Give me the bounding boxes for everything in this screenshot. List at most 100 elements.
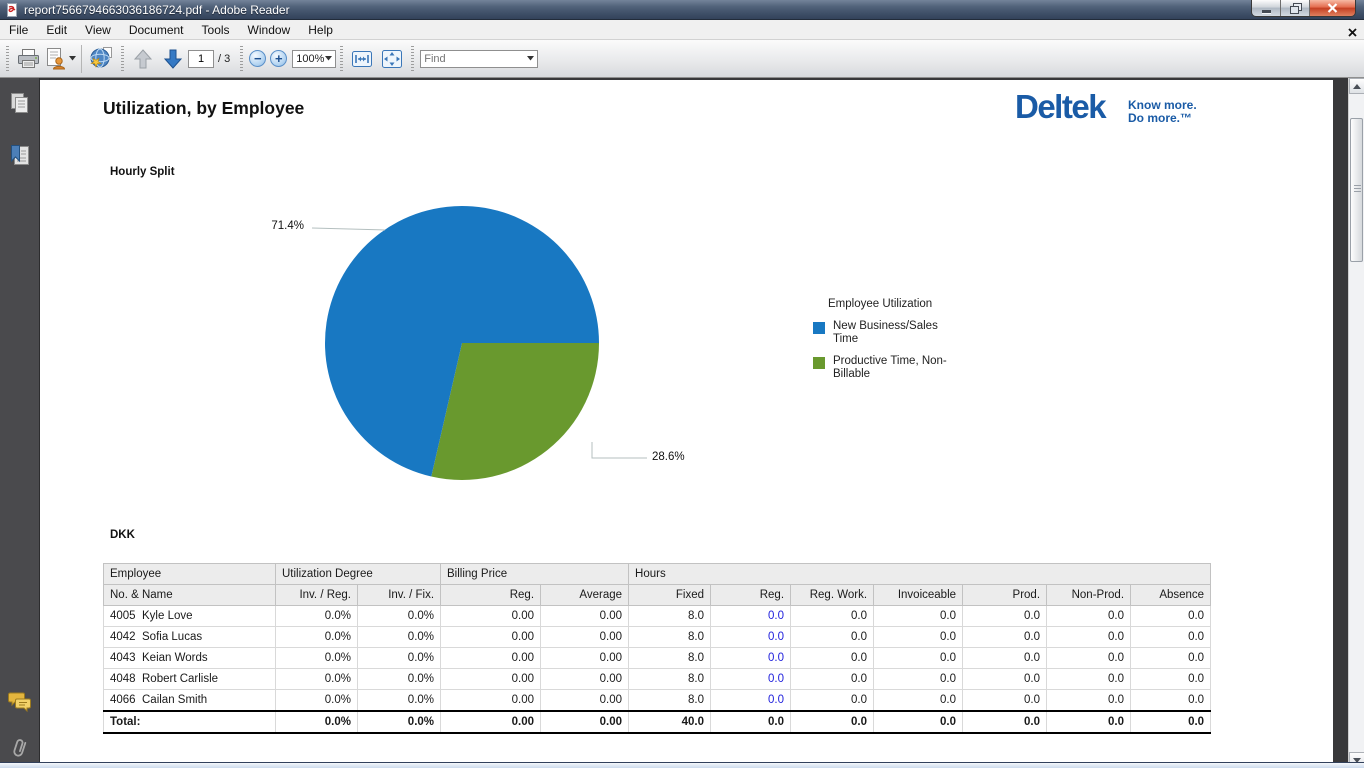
column-header: Absence <box>1131 585 1211 606</box>
pie-data-label-green: 28.6% <box>652 451 685 463</box>
column-header: Fixed <box>629 585 711 606</box>
table-body: 4005Kyle Love0.0%0.0%0.000.008.00.00.00.… <box>104 606 1211 712</box>
toolbar-separator <box>81 45 82 73</box>
table-row: 4048Robert Carlisle0.0%0.0%0.000.008.00.… <box>104 669 1211 690</box>
employee-cell: 4005Kyle Love <box>104 606 276 627</box>
menu-help[interactable]: Help <box>299 21 342 39</box>
fit-page-button[interactable] <box>377 44 407 74</box>
logo-tagline: Know more. Do more.™ <box>1128 99 1197 125</box>
page-number-input[interactable] <box>188 50 214 68</box>
value-cell: 0.00 <box>441 648 541 669</box>
value-cell: 0.0 <box>874 648 963 669</box>
zoom-level-select[interactable]: 100% <box>292 50 336 68</box>
value-cell: 0.0% <box>358 669 441 690</box>
zoom-out-button[interactable]: − <box>249 50 266 67</box>
chart-legend: Employee Utilization New Business/Sales … <box>813 298 973 390</box>
column-header: Inv. / Reg. <box>276 585 358 606</box>
value-cell: 0.0 <box>963 606 1047 627</box>
pages-icon <box>8 92 32 116</box>
close-document-icon <box>1348 28 1357 37</box>
value-cell: 0.0 <box>791 690 874 712</box>
titlebar: report7566794663036186724.pdf - Adobe Re… <box>0 0 1364 20</box>
menu-tools[interactable]: Tools <box>193 21 239 39</box>
toolbar-grip <box>121 46 124 72</box>
legend-title: Employee Utilization <box>828 298 973 310</box>
scroll-up-button[interactable] <box>1349 78 1364 94</box>
minimize-button[interactable] <box>1252 0 1281 16</box>
email-button[interactable] <box>43 44 76 74</box>
total-value: 0.0% <box>358 711 441 733</box>
chevron-down-icon <box>527 56 534 61</box>
value-cell: 0.0% <box>358 690 441 712</box>
group-header-cell: Employee <box>104 564 276 585</box>
legend-swatch <box>813 322 825 334</box>
value-cell: 0.0 <box>1131 648 1211 669</box>
document-pane: Utilization, by Employee Deltek Know mor… <box>40 78 1348 768</box>
globe-icon <box>89 46 115 71</box>
reg-hours-link[interactable]: 0.0 <box>711 627 791 648</box>
logo-brand-text: Deltek <box>1015 90 1105 124</box>
reg-hours-link[interactable]: 0.0 <box>711 669 791 690</box>
scrollbar-thumb[interactable] <box>1350 118 1363 262</box>
previous-page-button[interactable] <box>128 44 158 74</box>
attachments-button[interactable] <box>8 736 32 760</box>
total-value: 0.00 <box>541 711 629 733</box>
page-thumbnails-button[interactable] <box>8 92 32 116</box>
menu-edit[interactable]: Edit <box>37 21 76 39</box>
close-document-button[interactable] <box>1348 24 1357 42</box>
legend-item: Productive Time, Non-Billable <box>813 355 973 381</box>
value-cell: 0.00 <box>541 669 629 690</box>
reg-hours-link[interactable]: 0.0 <box>711 606 791 627</box>
value-cell: 8.0 <box>629 690 711 712</box>
legend-item: New Business/Sales Time <box>813 320 973 346</box>
restore-button[interactable] <box>1281 0 1310 16</box>
email-document-icon <box>43 47 67 71</box>
column-header: Reg. <box>441 585 541 606</box>
value-cell: 0.0 <box>1131 606 1211 627</box>
comments-button[interactable] <box>8 690 32 714</box>
total-value: 0.0% <box>276 711 358 733</box>
page-count-label: / 3 <box>218 53 230 65</box>
menu-window[interactable]: Window <box>239 21 300 39</box>
column-header: Reg. <box>711 585 791 606</box>
fit-width-icon <box>350 48 374 70</box>
dropdown-caret-icon <box>69 56 76 61</box>
deltek-logo: Deltek Know more. Do more.™ <box>1015 90 1105 124</box>
value-cell: 0.0 <box>1047 606 1131 627</box>
collaborate-button[interactable] <box>87 44 117 74</box>
previous-page-icon <box>133 48 153 70</box>
value-cell: 0.0 <box>791 606 874 627</box>
value-cell: 0.0% <box>358 606 441 627</box>
find-input[interactable] <box>424 53 520 65</box>
menu-document[interactable]: Document <box>120 21 193 39</box>
zoom-in-button[interactable]: + <box>270 50 287 67</box>
employee-cell: 4042Sofia Lucas <box>104 627 276 648</box>
value-cell: 0.0 <box>963 648 1047 669</box>
group-header-cell: Billing Price <box>441 564 629 585</box>
next-page-button[interactable] <box>158 44 188 74</box>
menu-view[interactable]: View <box>76 21 120 39</box>
employee-number: 4048 <box>110 673 142 685</box>
value-cell: 8.0 <box>629 648 711 669</box>
menu-file[interactable]: File <box>0 21 37 39</box>
total-value: 0.00 <box>441 711 541 733</box>
table-row: 4005Kyle Love0.0%0.0%0.000.008.00.00.00.… <box>104 606 1211 627</box>
value-cell: 0.00 <box>441 627 541 648</box>
vertical-scrollbar[interactable] <box>1348 78 1364 768</box>
fit-width-button[interactable] <box>347 44 377 74</box>
column-header: Prod. <box>963 585 1047 606</box>
utilization-table: EmployeeUtilization DegreeBilling PriceH… <box>103 563 1211 734</box>
reg-hours-link[interactable]: 0.0 <box>711 648 791 669</box>
value-cell: 0.0 <box>1131 669 1211 690</box>
employee-name: Keian Words <box>142 652 208 664</box>
table-total-row: Total:0.0%0.0%0.000.0040.00.00.00.00.00.… <box>104 711 1211 733</box>
bookmarks-button[interactable] <box>8 144 32 168</box>
close-button[interactable] <box>1310 0 1355 16</box>
reg-hours-link[interactable]: 0.0 <box>711 690 791 712</box>
toolbar-grip <box>411 46 414 72</box>
toolbar-grip <box>6 46 9 72</box>
leader-line-blue <box>312 228 385 230</box>
print-button[interactable] <box>13 44 43 74</box>
pdf-file-icon <box>5 3 19 17</box>
value-cell: 0.0 <box>1131 627 1211 648</box>
